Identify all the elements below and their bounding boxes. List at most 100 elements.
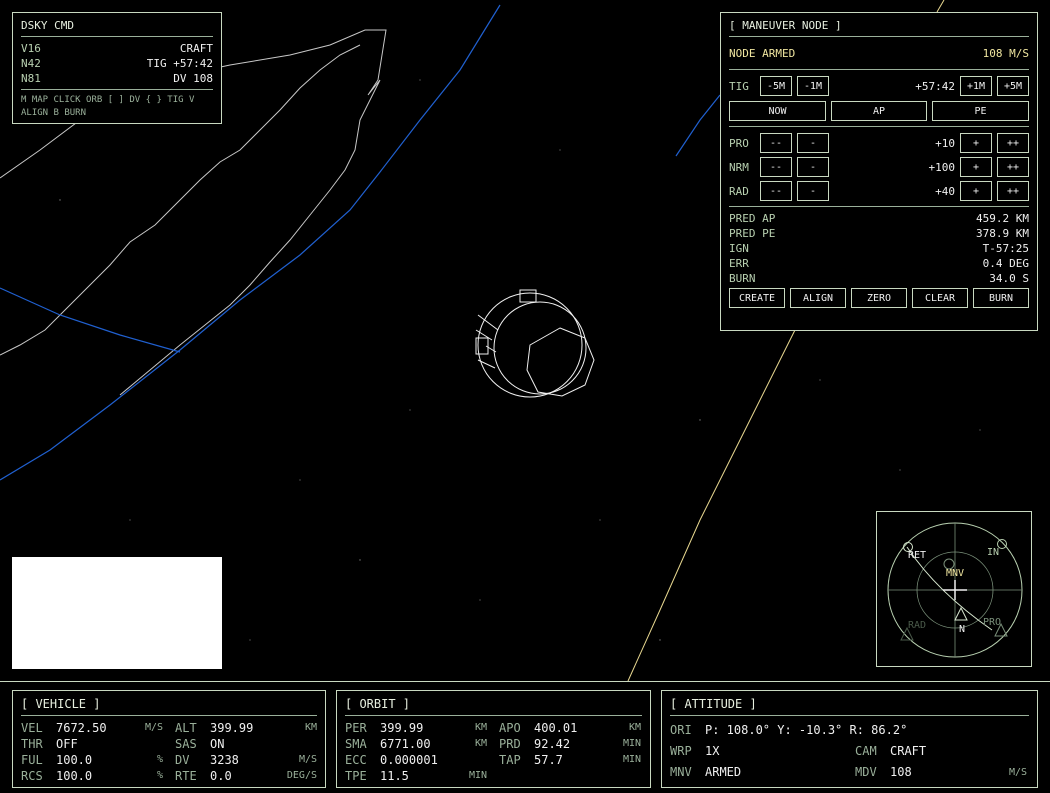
sas-label: SAS xyxy=(175,737,197,751)
prd-label: PRD xyxy=(499,737,521,751)
radial-dec-large-button[interactable]: -- xyxy=(760,181,792,201)
normal-inc-large-button[interactable]: ++ xyxy=(997,157,1029,177)
pred-pe-value: 378.9 KM xyxy=(976,227,1029,240)
normal-inc-button[interactable]: + xyxy=(960,157,992,177)
north-marker: N xyxy=(959,624,966,635)
burn-button[interactable]: BURN xyxy=(973,288,1029,308)
dsky-verb-value: CRAFT xyxy=(179,42,213,55)
per-label: PER xyxy=(345,721,367,735)
empty-label xyxy=(487,768,522,784)
divider xyxy=(21,89,213,90)
radial-label: RAD xyxy=(729,184,749,198)
prd-unit: MIN xyxy=(622,738,641,749)
align-button[interactable]: ALIGN xyxy=(790,288,846,308)
vel-label: VEL xyxy=(21,721,43,735)
ign-value: T-57:25 xyxy=(982,242,1029,255)
tig-minus-5m-button[interactable]: -5M xyxy=(760,76,792,96)
prograde-label: PRO xyxy=(729,136,749,150)
radial-row: RAD -- - +40 + ++ xyxy=(729,179,1029,203)
apo-unit: KM xyxy=(628,722,641,733)
prograde-row: PRO -- - +10 + ++ xyxy=(729,131,1029,155)
trajectory-line-top xyxy=(936,0,945,13)
ori-label: ORI xyxy=(670,723,692,737)
trajectory-line xyxy=(627,317,801,682)
rte-label: RTE xyxy=(175,769,197,783)
create-button[interactable]: CREATE xyxy=(729,288,785,308)
spacecraft[interactable] xyxy=(475,289,595,398)
wrp-label: WRP xyxy=(670,744,692,758)
ecc-value: 0.000001 xyxy=(380,753,438,767)
tig-minus-1m-button[interactable]: -1M xyxy=(797,76,829,96)
apo-value: 400.01 xyxy=(534,721,578,735)
dsky-title: DSKY CMD xyxy=(21,19,213,37)
maneuver-node-panel: [ MANEUVER NODE ] NODE ARMED 108 M/S TIG… xyxy=(720,12,1038,331)
now-button[interactable]: NOW xyxy=(729,101,826,121)
divider xyxy=(729,69,1029,70)
empty-value xyxy=(522,768,592,784)
alt-label: ALT xyxy=(175,721,197,735)
rcs-value: 100.0 xyxy=(56,769,93,783)
radial-inc-large-button[interactable]: ++ xyxy=(997,181,1029,201)
rte-value: 0.0 xyxy=(210,769,232,783)
normal-dec-large-button[interactable]: -- xyxy=(760,157,792,177)
alt-value: 399.99 xyxy=(210,721,254,735)
prediction-row: PRED PE 378.9 KM xyxy=(729,226,1029,241)
tig-label: TIG xyxy=(729,79,749,93)
prograde-inc-large-button[interactable]: ++ xyxy=(997,133,1029,153)
ign-label: IGN xyxy=(729,242,749,255)
prograde-dec-button[interactable]: - xyxy=(797,133,829,153)
tig-plus-5m-button[interactable]: +5M xyxy=(997,76,1029,96)
dsky-row: V16 CRAFT xyxy=(21,41,213,56)
orbit-panel: [ ORBIT ] PER 399.99 KM APO 400.01 KM SM… xyxy=(336,690,651,788)
navball[interactable]: RET IN MNV RAD PRO N xyxy=(876,511,1032,667)
divider xyxy=(729,126,1029,127)
dv-value: 3238 xyxy=(210,753,239,767)
vehicle-readouts: VEL 7672.50 M/S ALT 399.99 KM THR OFF SA… xyxy=(21,720,317,784)
burn-label: BURN xyxy=(729,272,756,285)
clear-button[interactable]: CLEAR xyxy=(912,288,968,308)
normal-dec-button[interactable]: - xyxy=(797,157,829,177)
dsky-row: N81 DV 108 xyxy=(21,71,213,86)
maneuver-status-row: NODE ARMED 108 M/S xyxy=(729,41,1029,61)
map-viewport[interactable] xyxy=(12,557,222,669)
dsky-noun-value: TIG +57:42 xyxy=(146,57,213,70)
pe-button[interactable]: PE xyxy=(932,101,1029,121)
maneuver-marker: MNV xyxy=(946,568,965,579)
ap-button[interactable]: AP xyxy=(831,101,927,121)
mdv-label: MDV xyxy=(855,765,877,779)
radial-inc-button[interactable]: + xyxy=(960,181,992,201)
pred-ap-label: PRED AP xyxy=(729,212,776,225)
maneuver-title: [ MANEUVER NODE ] xyxy=(729,19,1029,37)
attitude-title: [ ATTITUDE ] xyxy=(670,697,1029,716)
orbit-title: [ ORBIT ] xyxy=(345,697,642,716)
rte-unit: DEG/S xyxy=(286,770,317,781)
normal-value: +100 xyxy=(928,160,956,174)
mdv-unit: M/S xyxy=(1008,767,1027,778)
alt-unit: KM xyxy=(304,722,317,733)
prograde-dec-large-button[interactable]: -- xyxy=(760,133,792,153)
wrp-value: 1X xyxy=(705,744,720,758)
tpe-unit: MIN xyxy=(468,770,487,781)
vel-value: 7672.50 xyxy=(56,721,107,735)
tap-label: TAP xyxy=(499,753,521,767)
normal-row: NRM -- - +100 + ++ xyxy=(729,155,1029,179)
tpe-label: TPE xyxy=(345,769,367,783)
navball-graphic xyxy=(887,522,1023,658)
radial-marker: RAD xyxy=(908,620,927,631)
mnv-value: ARMED xyxy=(705,765,742,779)
vehicle-title: [ VEHICLE ] xyxy=(21,697,317,716)
mdv-value: 108 xyxy=(890,765,912,779)
prograde-marker: PRO xyxy=(983,617,1002,628)
prograde-inc-button[interactable]: + xyxy=(960,133,992,153)
tap-unit: MIN xyxy=(622,754,641,765)
per-unit: KM xyxy=(474,722,487,733)
zero-button[interactable]: ZERO xyxy=(851,288,907,308)
retrograde-marker: RET xyxy=(908,550,927,561)
dv-unit: M/S xyxy=(298,754,317,765)
tig-plus-1m-button[interactable]: +1M xyxy=(960,76,992,96)
tap-value: 57.7 xyxy=(534,753,563,767)
radial-dec-button[interactable]: - xyxy=(797,181,829,201)
per-value: 399.99 xyxy=(380,721,424,735)
attitude-readouts: WRP 1X CAM CRAFT MNV ARMED MDV 108 M/S xyxy=(670,741,1029,783)
sma-unit: KM xyxy=(474,738,487,749)
